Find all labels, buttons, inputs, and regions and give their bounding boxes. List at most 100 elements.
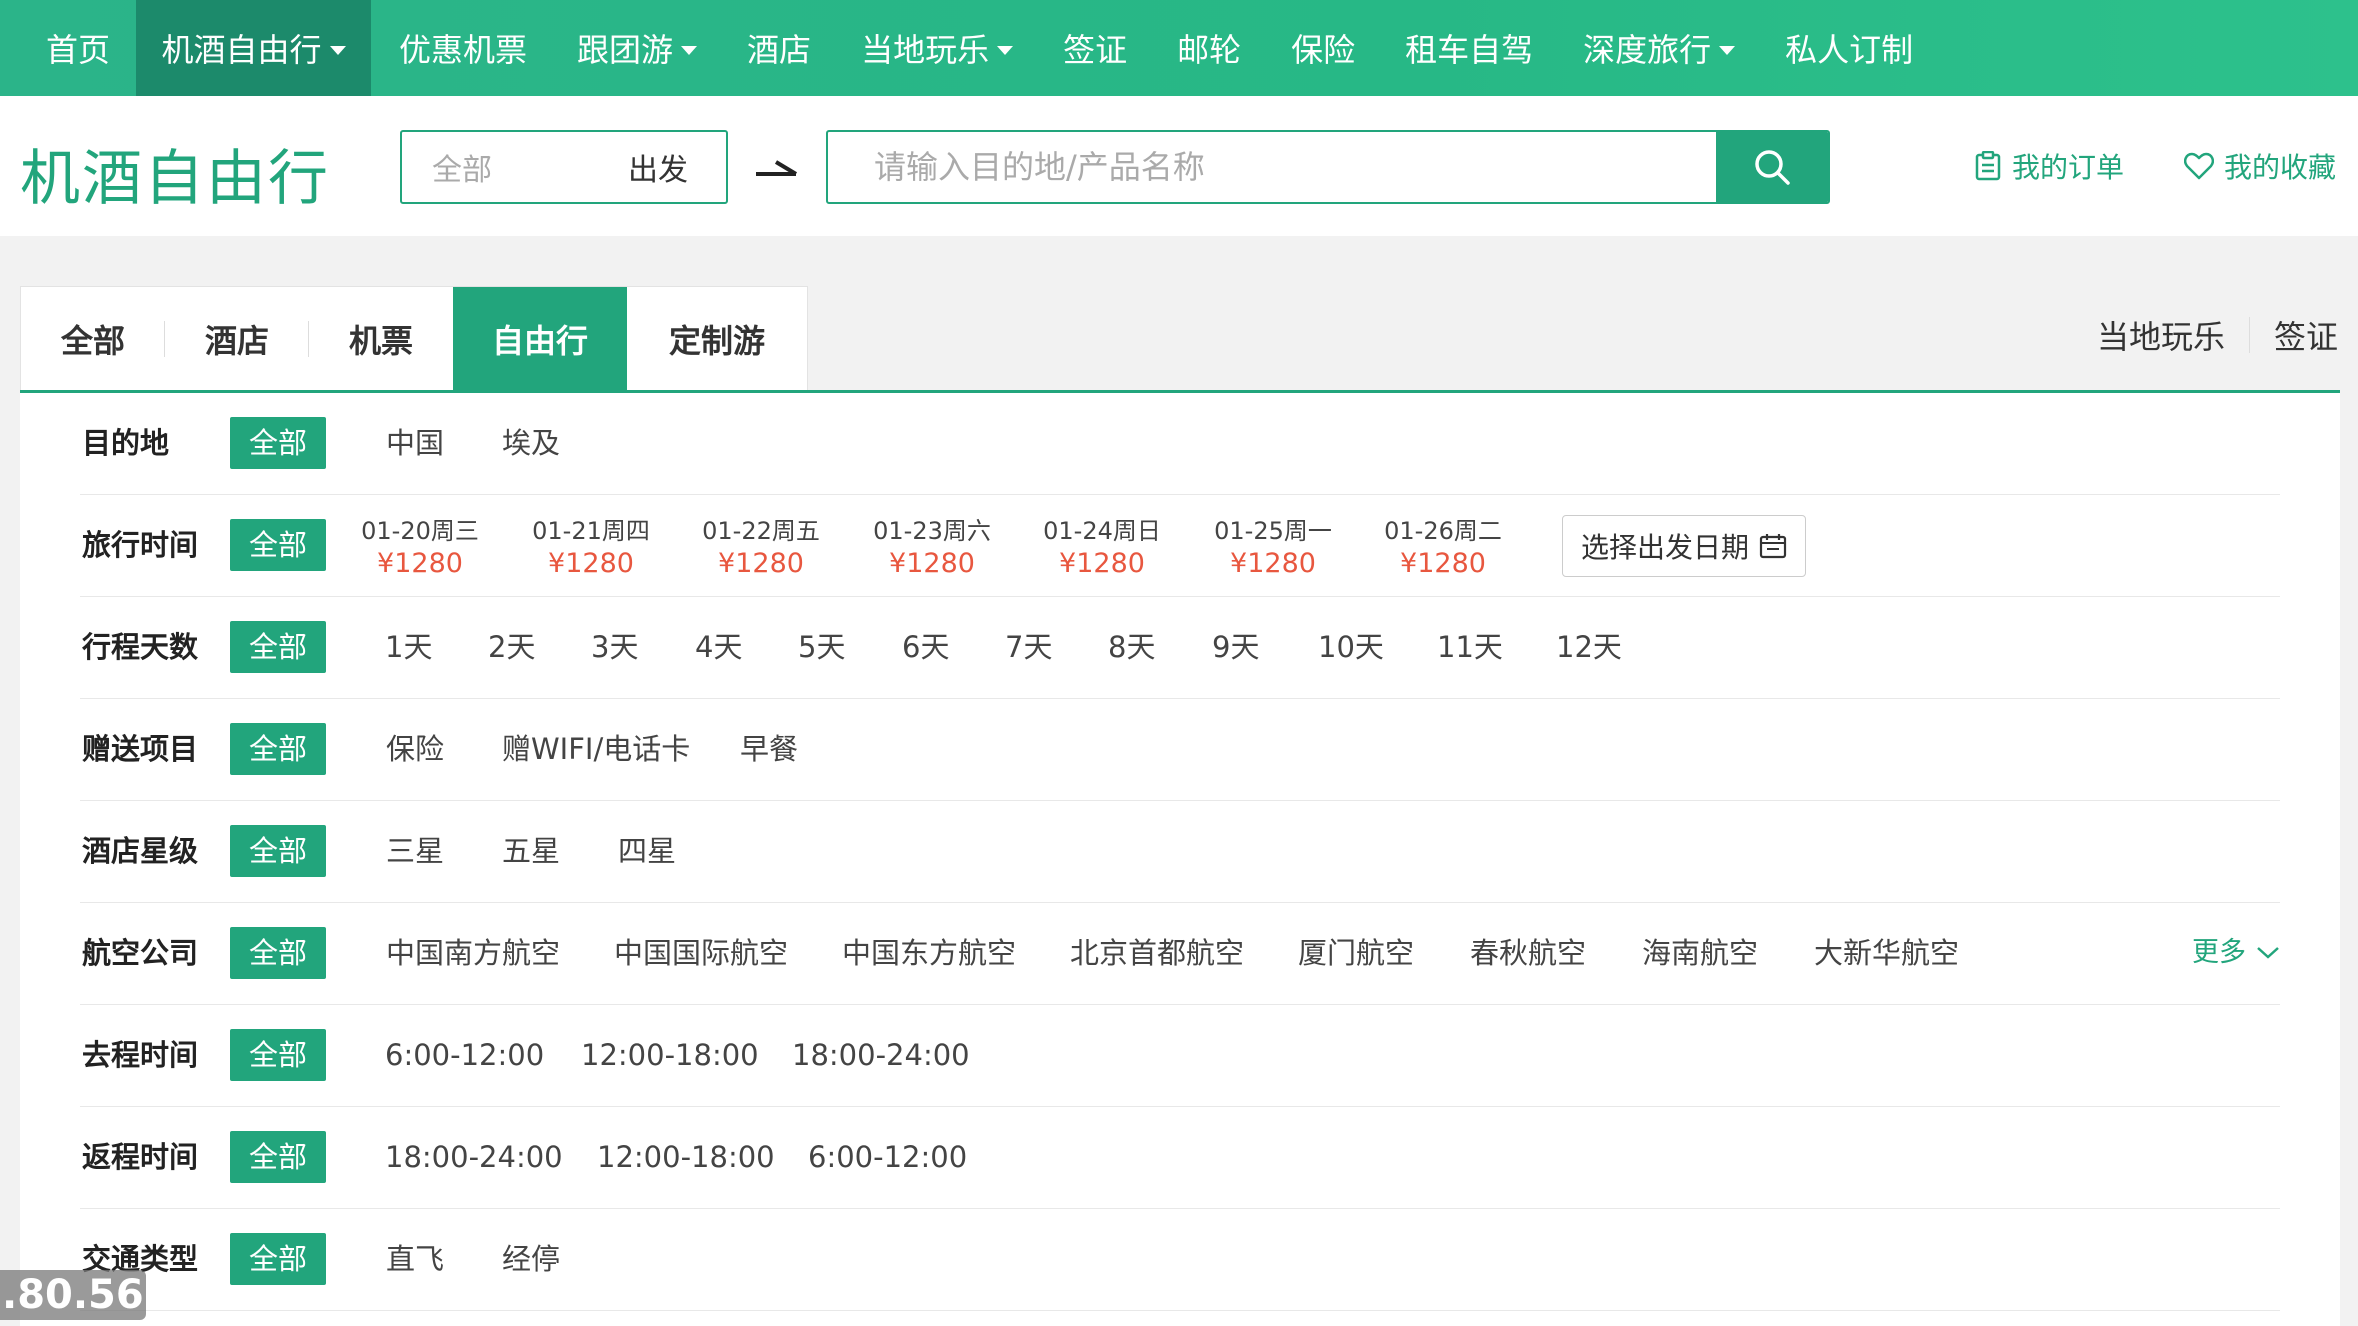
my-favorites-link[interactable]: 我的收藏 [2184,146,2336,186]
filter-option[interactable]: 早餐 [740,699,798,799]
filter-option[interactable]: 大新华航空 [1814,903,1959,1003]
nav-label: 签证 [1063,31,1128,69]
filter-option[interactable]: 6:00-12:00 [808,1107,967,1207]
filter-all-button[interactable]: 全部 [230,519,326,571]
filter-all-button[interactable]: 全部 [230,1131,326,1183]
filter-option[interactable]: 1天 [385,597,432,697]
filter-all-button[interactable]: 全部 [230,417,326,469]
nav-car-rental[interactable]: 租车自驾 [1380,0,1558,96]
tab-hotel[interactable]: 酒店 [165,287,309,390]
date-option[interactable]: 01-23周六 ¥1280 [867,515,997,581]
nav-label: 保险 [1291,31,1356,69]
filter-option[interactable]: 11天 [1437,597,1503,697]
filter-option[interactable]: 9天 [1212,597,1259,697]
nav-local-fun[interactable]: 当地玩乐 [836,0,1038,96]
search-input[interactable] [828,132,1718,202]
nav-deep-travel[interactable]: 深度旅行 [1558,0,1760,96]
nav-visa[interactable]: 签证 [1038,0,1152,96]
nav-label: 跟团游 [577,31,674,69]
date-option[interactable]: 01-24周日 ¥1280 [1037,515,1167,581]
filter-option[interactable]: 五星 [502,801,560,901]
nav-hotel[interactable]: 酒店 [722,0,836,96]
nav-label: 私人订制 [1785,31,1914,69]
clipboard-icon [1975,151,2001,181]
filter-option[interactable]: 保险 [386,699,444,799]
caret-down-icon [1719,45,1736,55]
filter-option[interactable]: 中国国际航空 [614,903,788,1003]
tab-visa[interactable]: 签证 [2274,312,2338,358]
tab-all[interactable]: 全部 [21,287,165,390]
origin-select[interactable]: 全部 出发 [400,130,728,204]
nav-private-custom[interactable]: 私人订制 [1760,0,1938,96]
nav-insurance[interactable]: 保险 [1266,0,1380,96]
filter-option[interactable]: 3天 [591,597,638,697]
filter-all-button[interactable]: 全部 [230,723,326,775]
tab-local-fun[interactable]: 当地玩乐 [2097,312,2225,358]
caret-down-icon [329,45,346,55]
filter-all-button[interactable]: 全部 [230,621,326,673]
filter-all-button[interactable]: 全部 [230,1233,326,1285]
date-price: ¥1280 [1400,548,1486,579]
filter-option[interactable]: 北京首都航空 [1070,903,1244,1003]
filter-option[interactable]: 10天 [1318,597,1384,697]
tab-free-travel[interactable]: 自由行 [453,287,627,390]
caret-down-icon [681,45,698,55]
nav-flight-hotel[interactable]: 机酒自由行 [136,0,372,96]
filter-all-button[interactable]: 全部 [230,927,326,979]
filter-option[interactable]: 4天 [695,597,742,697]
filter-option[interactable]: 12:00-18:00 [597,1107,775,1207]
filter-option[interactable]: 埃及 [502,393,560,493]
filter-row-gifts: 赠送项目 全部 保险 赠WIFI/电话卡 早餐 [80,699,2280,801]
filter-option[interactable]: 12:00-18:00 [581,1005,759,1105]
filter-label: 赠送项目 [82,732,199,766]
nav-deal-flights[interactable]: 优惠机票 [371,0,552,96]
date-price: ¥1280 [718,548,804,579]
filter-option[interactable]: 赠WIFI/电话卡 [502,699,690,799]
date-option[interactable]: 01-26周二 ¥1280 [1378,515,1508,581]
filter-option[interactable]: 6天 [902,597,949,697]
filter-option[interactable]: 5天 [798,597,845,697]
filter-all-button[interactable]: 全部 [230,1029,326,1081]
filter-option[interactable]: 春秋航空 [1470,903,1586,1003]
filter-option[interactable]: 三星 [386,801,444,901]
nav-home[interactable]: 首页 [0,0,136,96]
filter-row-days: 行程天数 全部 1天 2天 3天 4天 5天 6天 7天 8天 9天 10天 1… [80,597,2280,699]
content-area: 全部 酒店 机票 自由行 定制游 当地玩乐 签证 目的地 全部 中国 埃及 旅行… [0,236,2358,1326]
date-price: ¥1280 [1059,548,1145,579]
date-option[interactable]: 01-22周五 ¥1280 [696,515,826,581]
filter-option[interactable]: 18:00-24:00 [792,1005,970,1105]
tab-custom-tour[interactable]: 定制游 [627,287,807,390]
filter-option[interactable]: 8天 [1108,597,1155,697]
filter-option[interactable]: 直飞 [386,1209,444,1309]
filter-option[interactable]: 7天 [1005,597,1052,697]
more-airlines-button[interactable]: 更多 [2192,903,2280,1003]
filter-row-return-time: 返程时间 全部 18:00-24:00 12:00-18:00 6:00-12:… [80,1107,2280,1209]
nav-cruise[interactable]: 邮轮 [1152,0,1266,96]
filter-option[interactable]: 中国东方航空 [842,903,1016,1003]
filter-option[interactable]: 海南航空 [1642,903,1758,1003]
date-option[interactable]: 01-21周四 ¥1280 [526,515,656,581]
secondary-tabs: 当地玩乐 签证 [2097,312,2338,358]
search-button[interactable] [1716,132,1828,202]
ip-overlay-text: .80.56 [0,1270,146,1320]
filter-option[interactable]: 18:00-24:00 [385,1107,563,1207]
date-option[interactable]: 01-20周三 ¥1280 [355,515,485,581]
nav-group-tour[interactable]: 跟团游 [552,0,722,96]
filter-option[interactable]: 中国 [386,393,444,493]
tab-flight[interactable]: 机票 [309,287,453,390]
filter-option[interactable]: 中国南方航空 [386,903,560,1003]
caret-down-icon [997,45,1014,55]
select-departure-date-button[interactable]: 选择出发日期 [1562,515,1806,577]
filter-option[interactable]: 2天 [488,597,535,697]
filter-option[interactable]: 四星 [618,801,676,901]
filter-option[interactable]: 6:00-12:00 [385,1005,544,1105]
filter-option[interactable]: 厦门航空 [1298,903,1414,1003]
filter-option[interactable]: 12天 [1556,597,1622,697]
date-option[interactable]: 01-25周一 ¥1280 [1208,515,1338,581]
filter-label: 返程时间 [82,1140,199,1174]
my-orders-link[interactable]: 我的订单 [1974,146,2124,186]
filter-all-button[interactable]: 全部 [230,825,326,877]
date-price: ¥1280 [1230,548,1316,579]
filter-option[interactable]: 经停 [502,1209,560,1309]
nav-label: 首页 [46,31,111,69]
